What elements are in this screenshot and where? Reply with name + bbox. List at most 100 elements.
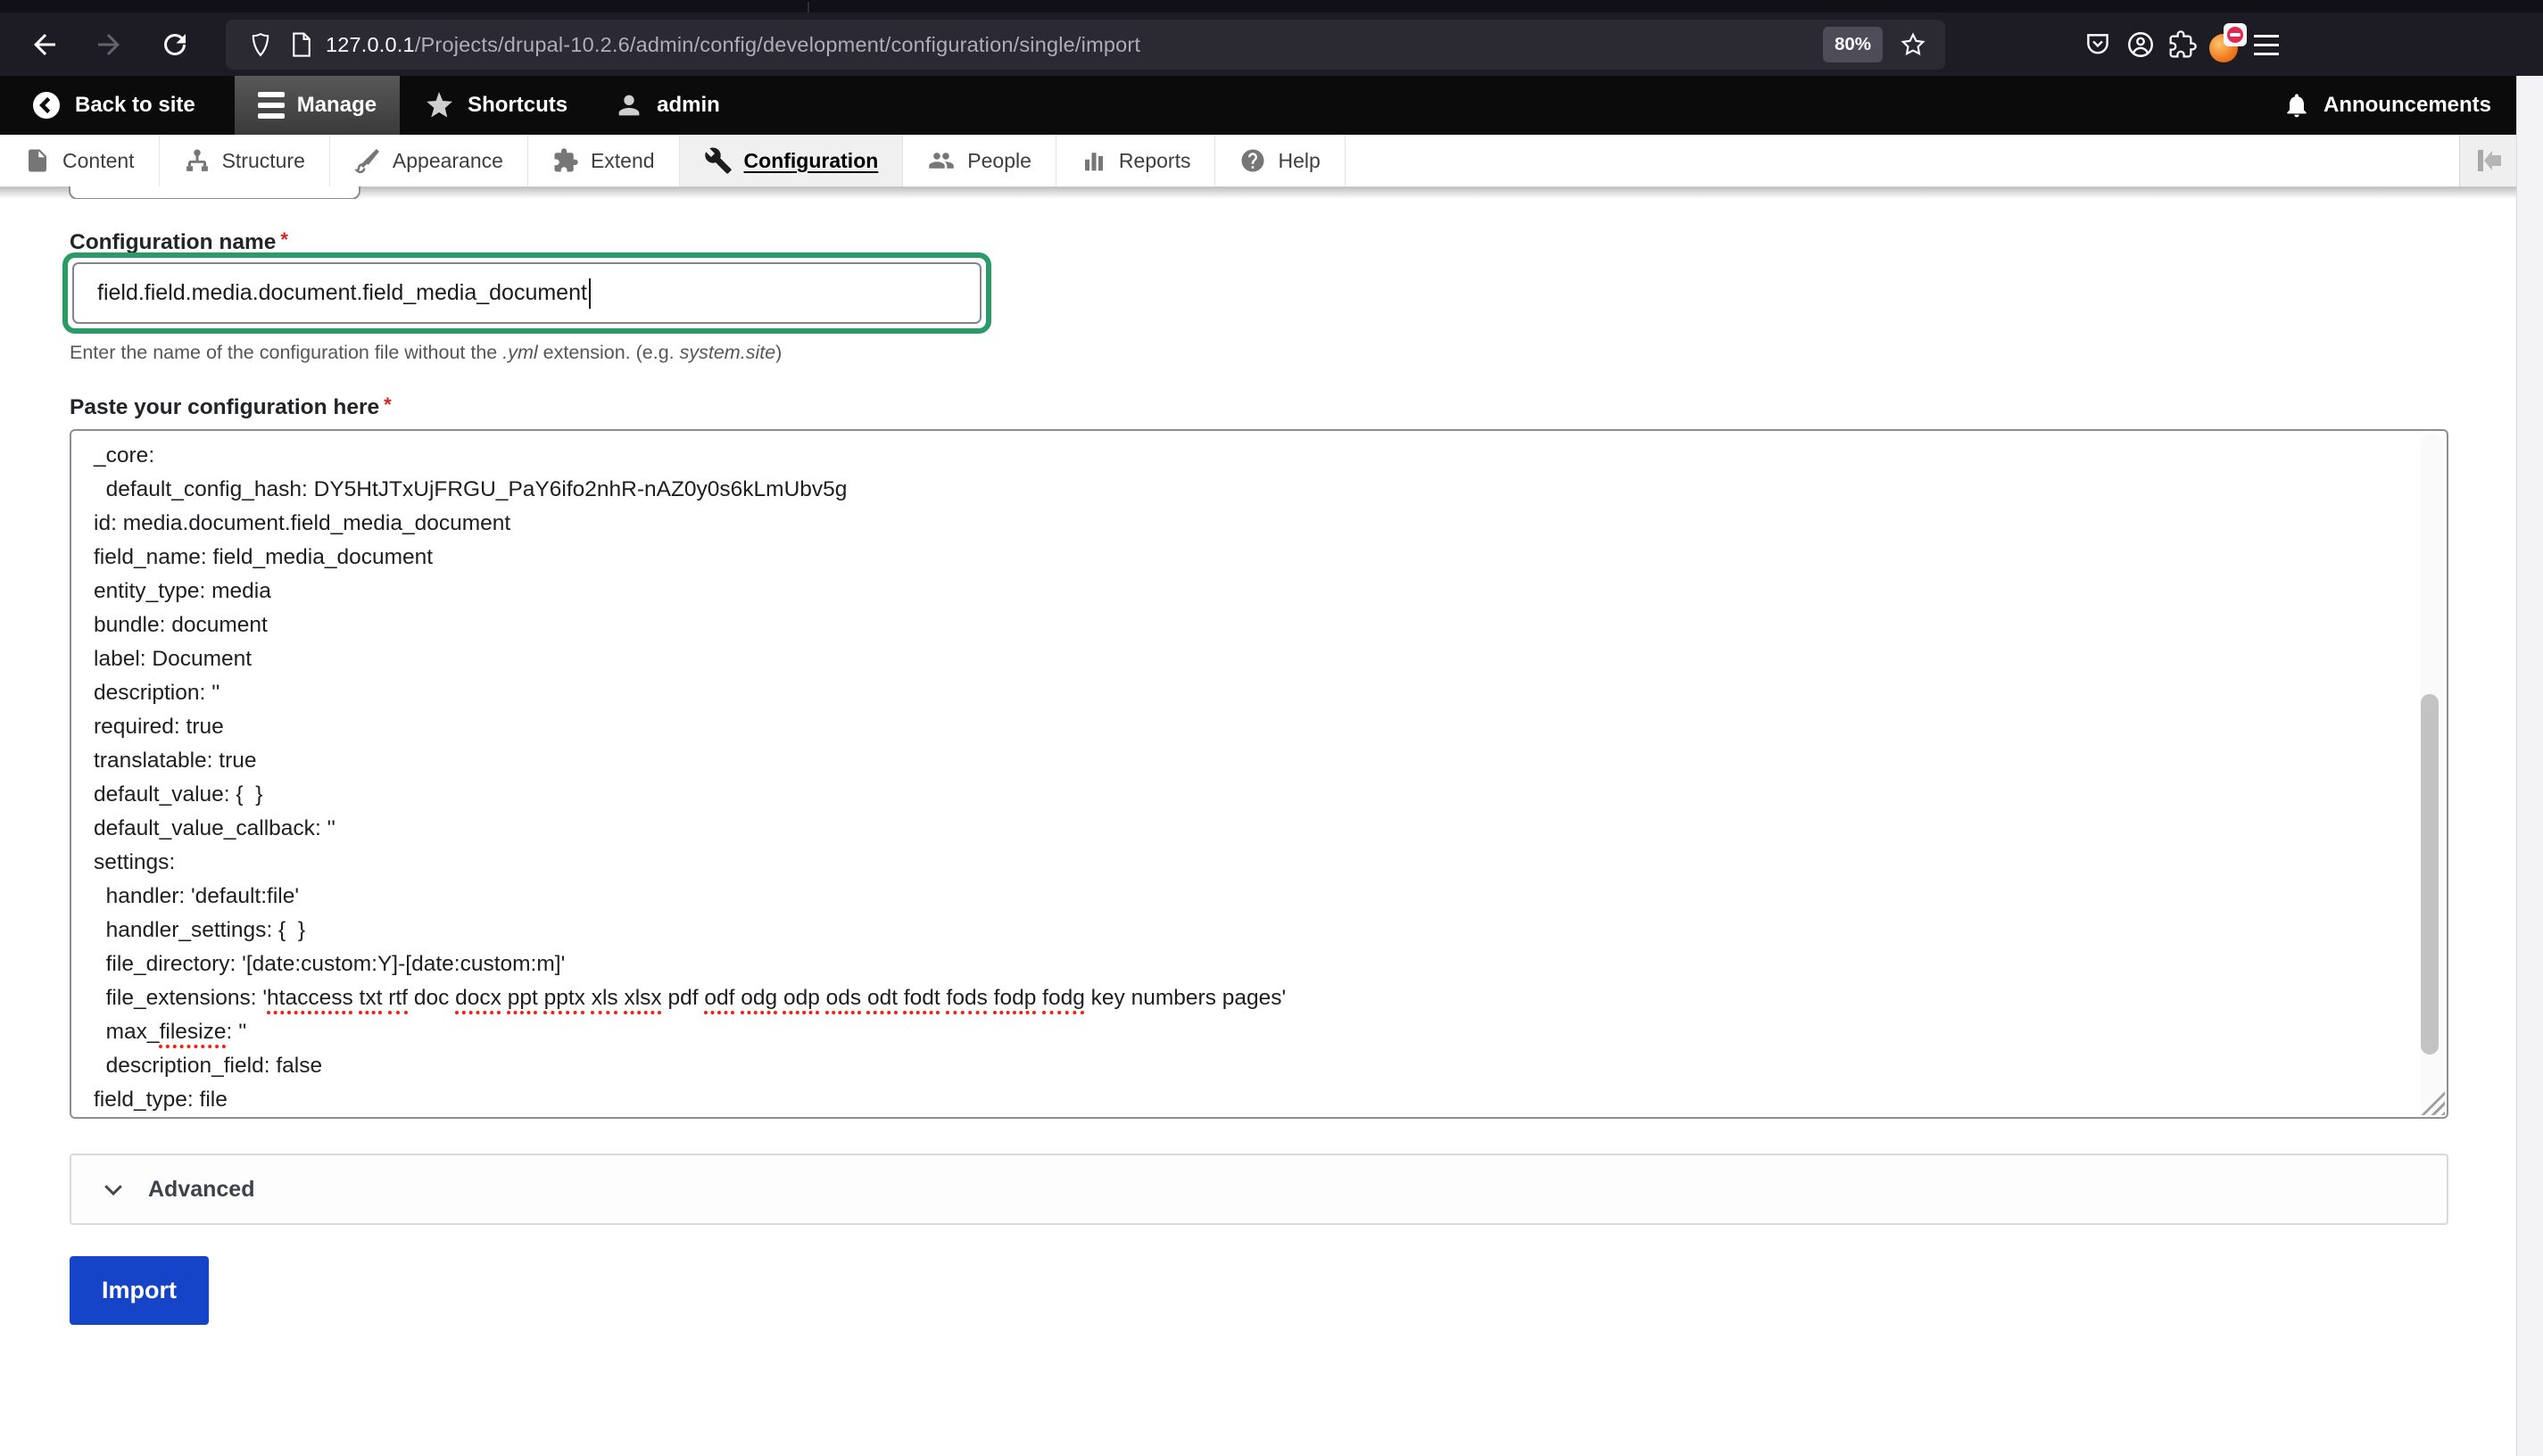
- yaml-line: settings:: [94, 846, 2411, 880]
- toolbar-orientation-toggle[interactable]: [2459, 135, 2517, 186]
- announcements-button[interactable]: Announcements: [2259, 76, 2543, 135]
- menu-item-extend[interactable]: Extend: [528, 135, 680, 186]
- url-path: /Projects/drupal-10.2.6/admin/config/dev…: [415, 33, 1140, 56]
- yaml-line: description: '': [94, 676, 2411, 710]
- announcements-label: Announcements: [2323, 93, 2491, 118]
- admin-user-label: admin: [657, 93, 720, 118]
- appearance-brush-icon: [354, 147, 381, 174]
- advanced-details[interactable]: Advanced: [70, 1154, 2448, 1225]
- firefox-profile-icon[interactable]: [2209, 27, 2241, 62]
- forward-button[interactable]: [93, 29, 125, 61]
- yaml-line: default_config_hash: DY5HtJTxUjFRGU_PaY6…: [94, 473, 2411, 507]
- account-icon[interactable]: [2125, 29, 2156, 60]
- toolbar-shadow: [0, 187, 2516, 199]
- advanced-label: Advanced: [148, 1177, 254, 1203]
- admin-user-tab[interactable]: admin: [591, 76, 743, 135]
- back-to-site-label: Back to site: [75, 93, 195, 118]
- page-scrollbar[interactable]: [2516, 76, 2543, 1456]
- shortcuts-tab[interactable]: Shortcuts: [400, 76, 591, 135]
- textarea-scrollbar-thumb[interactable]: [2421, 694, 2439, 1055]
- shield-icon[interactable]: [247, 31, 274, 58]
- extend-puzzle-icon: [552, 147, 579, 174]
- config-import-form: Configuration name* field.field.media.do…: [0, 199, 2516, 1456]
- menu-label: Configuration: [744, 149, 879, 173]
- yaml-line: required: true: [94, 710, 2411, 744]
- yaml-line: handler: 'default:file': [94, 880, 2411, 914]
- browser-toolbar: 127.0.0.1/Projects/drupal-10.2.6/admin/c…: [0, 12, 2543, 76]
- import-button[interactable]: Import: [70, 1256, 209, 1325]
- extensions-puzzle-icon[interactable]: [2168, 30, 2197, 59]
- yaml-line: field_name: field_media_document: [94, 541, 2411, 575]
- menu-label: Content: [62, 149, 135, 173]
- chevron-down-icon: [100, 1176, 127, 1203]
- menu-label: Appearance: [393, 149, 503, 173]
- config-name-help: Enter the name of the configuration file…: [70, 342, 782, 364]
- help-question-icon: [1239, 147, 1266, 174]
- menu-hamburger-icon[interactable]: [2254, 35, 2279, 55]
- config-name-value: field.field.media.document.field_media_d…: [97, 280, 587, 306]
- bookmark-star-icon[interactable]: [1899, 30, 1927, 59]
- text-caret: [589, 278, 592, 309]
- manage-label: Manage: [297, 93, 377, 118]
- yaml-line: default_value: { }: [94, 778, 2411, 812]
- yaml-line: _core:: [94, 439, 2411, 473]
- menu-item-help[interactable]: Help: [1215, 135, 1345, 186]
- scrolled-element-edge: [69, 186, 360, 200]
- star-icon: [423, 89, 455, 121]
- yaml-content: _core: default_config_hash: DY5HtJTxUjFR…: [94, 439, 2411, 1117]
- menu-label: People: [967, 149, 1031, 173]
- required-marker: *: [280, 228, 288, 251]
- shortcuts-label: Shortcuts: [468, 93, 567, 118]
- paste-config-label: Paste your configuration here*: [70, 393, 392, 420]
- yaml-line: translatable: true: [94, 744, 2411, 778]
- configuration-wrench-icon: [704, 146, 733, 175]
- back-circle-icon: [30, 89, 62, 121]
- content-file-icon: [24, 147, 51, 174]
- yaml-line: default_value_callback: '': [94, 812, 2411, 846]
- back-button[interactable]: [29, 29, 61, 61]
- drupal-admin-toolbar: Back to site Manage Shortcuts admin Anno…: [0, 76, 2543, 135]
- zoom-level-badge[interactable]: 80%: [1823, 27, 1883, 62]
- config-name-focus-ring: field.field.media.document.field_media_d…: [62, 252, 991, 334]
- browser-tab-strip: [0, 0, 2543, 12]
- url-host: 127.0.0.1: [326, 33, 415, 56]
- drupal-admin-menu: Content Structure Appearance Extend Conf…: [0, 135, 2516, 187]
- yaml-line: field_type: file: [94, 1083, 2411, 1117]
- config-name-label: Configuration name*: [70, 228, 288, 255]
- reports-chart-icon: [1081, 147, 1107, 174]
- url-bar[interactable]: 127.0.0.1/Projects/drupal-10.2.6/admin/c…: [226, 20, 1945, 70]
- yaml-line: entity_type: media: [94, 575, 2411, 608]
- yaml-line: file_extensions: 'htaccess txt rtf doc d…: [94, 981, 2411, 1015]
- reader-page-icon[interactable]: [290, 31, 313, 58]
- menu-item-appearance[interactable]: Appearance: [330, 135, 528, 186]
- menu-label: Structure: [222, 149, 305, 173]
- menu-item-structure[interactable]: Structure: [160, 135, 330, 186]
- menu-label: Extend: [591, 149, 655, 173]
- manage-hamburger-icon: [258, 92, 285, 119]
- required-marker: *: [384, 393, 392, 416]
- blocked-badge-icon: [2224, 23, 2247, 46]
- yaml-line: label: Document: [94, 642, 2411, 676]
- menu-item-reports[interactable]: Reports: [1056, 135, 1216, 186]
- user-icon: [614, 90, 644, 120]
- menu-label: Reports: [1119, 149, 1191, 173]
- yaml-line: handler_settings: { }: [94, 914, 2411, 947]
- yaml-line: file_directory: '[date:custom:Y]-[date:c…: [94, 947, 2411, 981]
- yaml-line: description_field: false: [94, 1049, 2411, 1083]
- manage-tab[interactable]: Manage: [235, 76, 400, 135]
- config-name-input[interactable]: field.field.media.document.field_media_d…: [72, 262, 982, 324]
- pocket-icon[interactable]: [2083, 29, 2113, 60]
- yaml-line: max_filesize: '': [94, 1015, 2411, 1049]
- yaml-line: id: media.document.field_media_document: [94, 507, 2411, 541]
- yaml-line: bundle: document: [94, 608, 2411, 642]
- reload-button[interactable]: [159, 29, 191, 61]
- menu-item-content[interactable]: Content: [0, 135, 160, 186]
- menu-item-configuration[interactable]: Configuration: [680, 135, 904, 186]
- menu-item-people[interactable]: People: [903, 135, 1056, 186]
- people-icon: [927, 147, 956, 174]
- menu-label: Help: [1278, 149, 1320, 173]
- url-text[interactable]: 127.0.0.1/Projects/drupal-10.2.6/admin/c…: [326, 33, 1140, 57]
- textarea-scrollbar-track[interactable]: [2421, 434, 2444, 1114]
- config-textarea[interactable]: _core: default_config_hash: DY5HtJTxUjFR…: [70, 429, 2448, 1119]
- back-to-site-link[interactable]: Back to site: [0, 76, 235, 135]
